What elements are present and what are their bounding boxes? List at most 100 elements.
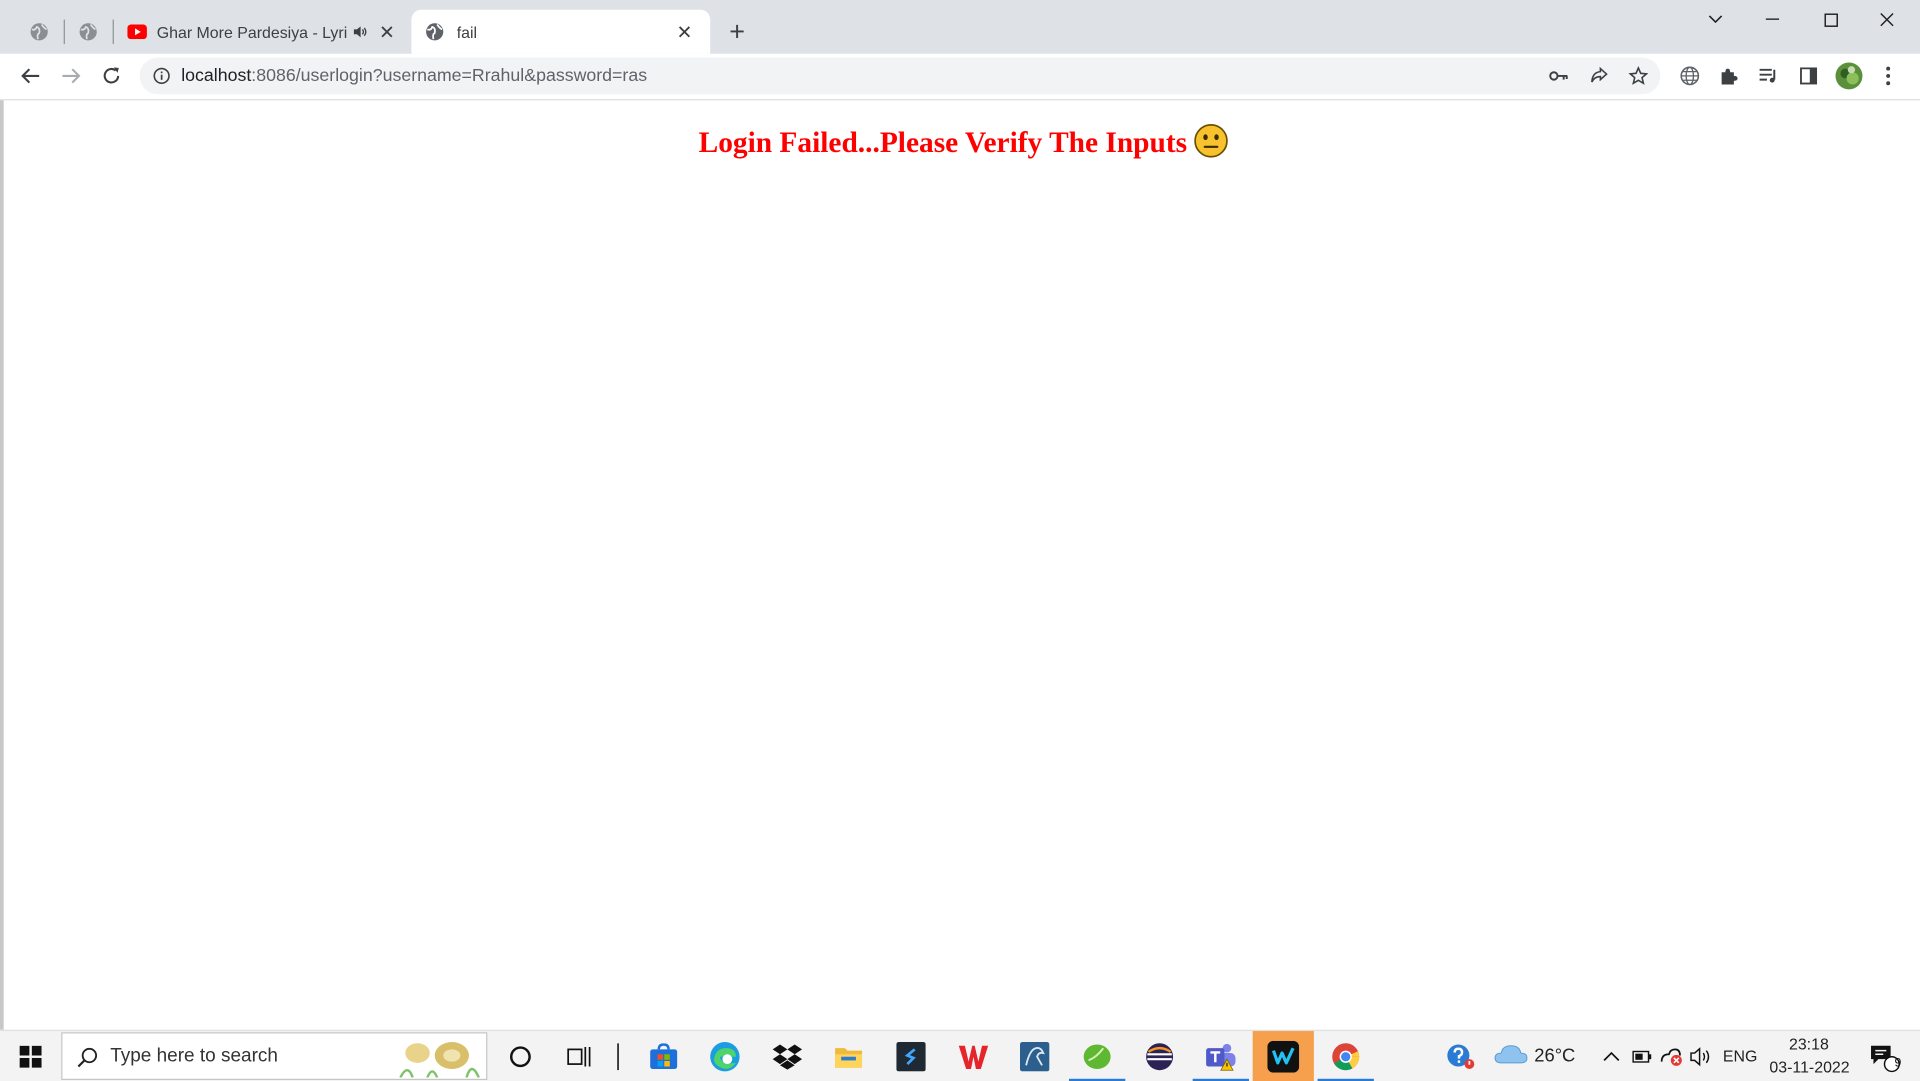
battery-icon bbox=[1632, 1050, 1652, 1063]
clock-time[interactable]: 23:18 bbox=[1789, 1035, 1829, 1053]
minimize-button[interactable] bbox=[1744, 0, 1800, 39]
url-text: localhost:8086/userlogin?username=Rrahul… bbox=[181, 66, 647, 86]
back-button[interactable] bbox=[13, 59, 47, 93]
share-button[interactable] bbox=[1584, 61, 1613, 90]
taskbar-sublime-text[interactable] bbox=[880, 1031, 941, 1081]
cortana-icon bbox=[510, 1045, 531, 1067]
passwords-button[interactable] bbox=[1544, 61, 1573, 90]
address-bar[interactable]: localhost:8086/userlogin?username=Rrahul… bbox=[139, 57, 1661, 95]
profile-avatar-button[interactable] bbox=[1832, 59, 1866, 93]
chevron-down-icon bbox=[1708, 15, 1723, 24]
url-path: :8086/userlogin?username=Rrahul&password… bbox=[251, 66, 648, 86]
tray-help[interactable] bbox=[1430, 1031, 1491, 1081]
notification-center-button[interactable]: 9 bbox=[1854, 1031, 1915, 1081]
divider-icon bbox=[617, 1042, 619, 1070]
tab-search-button[interactable] bbox=[1687, 0, 1743, 39]
globe-icon bbox=[79, 23, 97, 41]
windows-icon bbox=[19, 1045, 42, 1068]
taskbar-microsoft-store[interactable] bbox=[633, 1031, 694, 1081]
maximize-button[interactable] bbox=[1802, 0, 1858, 39]
minimize-icon bbox=[1765, 18, 1779, 20]
taskbar-file-explorer[interactable] bbox=[818, 1031, 879, 1081]
browser-toolbar: localhost:8086/userlogin?username=Rrahul… bbox=[0, 53, 1920, 101]
tray-network[interactable] bbox=[1657, 1031, 1686, 1081]
info-icon bbox=[153, 67, 170, 85]
pinned-tab-1[interactable] bbox=[22, 15, 56, 49]
close-window-button[interactable] bbox=[1859, 0, 1915, 39]
close-tab-button[interactable] bbox=[375, 20, 399, 44]
search-placeholder: Type here to search bbox=[110, 1045, 278, 1067]
maximize-icon bbox=[1823, 12, 1838, 27]
arrow-right-icon bbox=[62, 68, 81, 84]
side-panel-button[interactable] bbox=[1791, 59, 1825, 93]
login-failed-message: Login Failed...Please Verify The Inputs bbox=[698, 127, 1188, 160]
taskbar-chrome[interactable] bbox=[1315, 1031, 1376, 1081]
tab-youtube[interactable]: Ghar More Pardesiya - Lyrical bbox=[118, 10, 409, 54]
input-language[interactable]: ENG bbox=[1723, 1047, 1757, 1065]
teams-icon bbox=[1206, 1043, 1236, 1070]
taskbar-eclipse[interactable] bbox=[1129, 1031, 1190, 1081]
tray-battery[interactable] bbox=[1627, 1031, 1656, 1081]
star-icon bbox=[1628, 66, 1649, 85]
chrome-menu-button[interactable] bbox=[1871, 59, 1905, 93]
forward-button[interactable] bbox=[54, 59, 88, 93]
speaker-icon[interactable] bbox=[353, 24, 368, 39]
playlist-icon bbox=[1759, 68, 1776, 83]
taskbar-search-box[interactable]: Type here to search bbox=[61, 1032, 488, 1080]
clock-date[interactable]: 03-11-2022 bbox=[1769, 1058, 1849, 1076]
url-host: localhost bbox=[181, 66, 252, 86]
weather-temperature[interactable]: 26°C bbox=[1534, 1046, 1575, 1067]
mysql-workbench-icon bbox=[1020, 1041, 1050, 1071]
taskbar-teams[interactable] bbox=[1190, 1031, 1251, 1081]
edge-icon bbox=[710, 1041, 740, 1071]
more-vert-icon bbox=[1886, 66, 1891, 86]
chrome-icon bbox=[1332, 1042, 1360, 1070]
bookmark-button[interactable] bbox=[1624, 61, 1653, 90]
arrow-left-icon bbox=[21, 68, 40, 84]
reload-button[interactable] bbox=[94, 59, 128, 93]
taskbar-spring-tool-suite[interactable] bbox=[1067, 1031, 1128, 1081]
network-offline-icon bbox=[1660, 1047, 1682, 1066]
close-icon bbox=[678, 26, 691, 38]
sublime-text-icon bbox=[896, 1041, 926, 1071]
close-tab-button[interactable] bbox=[672, 20, 696, 44]
side-panel-icon bbox=[1800, 67, 1818, 85]
taskbar-edge[interactable] bbox=[694, 1031, 755, 1081]
tab-fail[interactable]: fail bbox=[411, 9, 711, 54]
avatar bbox=[1835, 62, 1863, 90]
notification-count: 9 bbox=[1894, 1056, 1902, 1071]
tray-overflow-button[interactable] bbox=[1597, 1031, 1626, 1081]
media-control-button[interactable] bbox=[1751, 59, 1785, 93]
taskbar-wps-office[interactable] bbox=[943, 1031, 1004, 1081]
new-tab-button[interactable]: + bbox=[722, 17, 751, 46]
eclipse-icon bbox=[1146, 1042, 1174, 1070]
tab-separator bbox=[63, 19, 65, 45]
cloud-icon bbox=[1494, 1045, 1528, 1064]
start-button[interactable] bbox=[0, 1031, 61, 1081]
speaker-icon bbox=[1690, 1046, 1710, 1066]
folder-icon bbox=[835, 1047, 863, 1068]
close-icon bbox=[381, 26, 393, 38]
page-viewport: Login Failed...Please Verify The Inputs bbox=[0, 100, 1920, 1030]
site-info-button[interactable] bbox=[147, 61, 176, 90]
extensions-button[interactable] bbox=[1712, 59, 1746, 93]
pinned-tab-2[interactable] bbox=[71, 15, 105, 49]
close-icon bbox=[1880, 12, 1894, 27]
share-icon bbox=[1591, 66, 1608, 83]
tray-volume[interactable] bbox=[1686, 1031, 1715, 1081]
tab-separator bbox=[112, 19, 114, 45]
windows-taskbar: Type here to search 26°C ENG 23:18 03-11… bbox=[0, 1029, 1920, 1081]
taskbar-dropbox[interactable] bbox=[757, 1031, 818, 1081]
taskbar-webex[interactable] bbox=[1252, 1031, 1314, 1081]
reload-icon bbox=[103, 67, 120, 84]
key-icon bbox=[1549, 71, 1568, 81]
extension-globe-button[interactable] bbox=[1673, 59, 1707, 93]
search-icon bbox=[77, 1047, 98, 1068]
globe-icon bbox=[1680, 66, 1700, 86]
tab-title: fail bbox=[456, 22, 478, 42]
login-failed-heading: Login Failed...Please Verify The Inputs bbox=[4, 124, 1920, 162]
wps-office-icon bbox=[958, 1045, 989, 1069]
weather-widget[interactable] bbox=[1494, 1043, 1533, 1070]
taskbar-cortana[interactable] bbox=[490, 1031, 551, 1081]
taskbar-mysql-workbench[interactable] bbox=[1004, 1031, 1065, 1081]
